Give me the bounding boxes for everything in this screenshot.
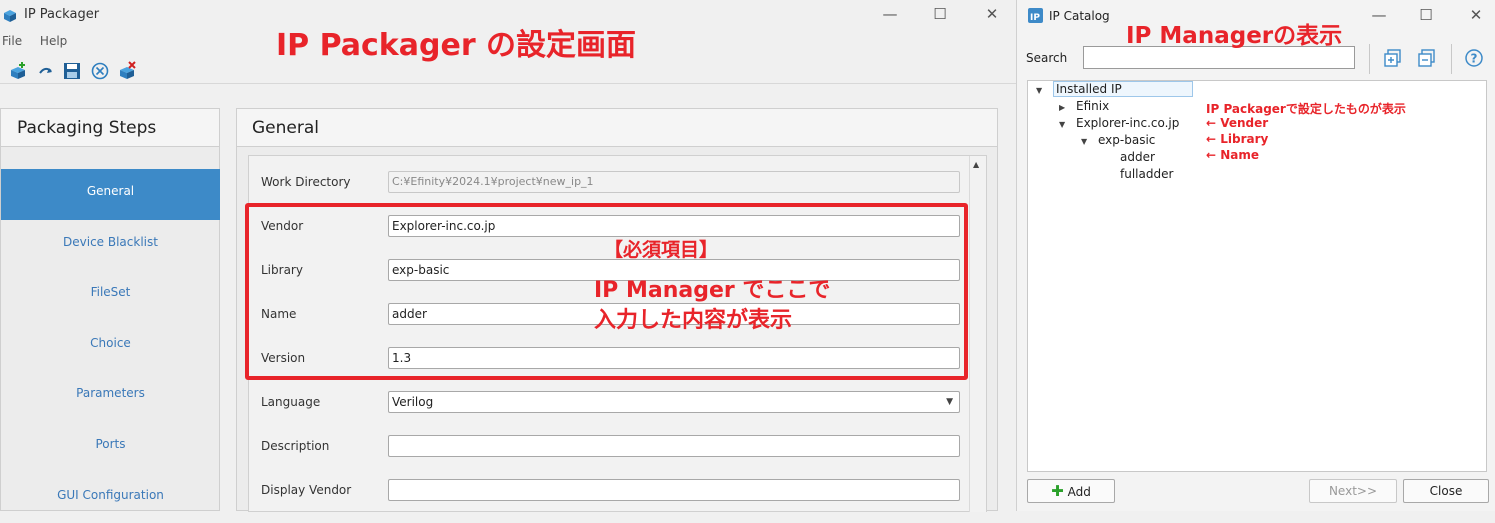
add-button[interactable]: ✚ Add xyxy=(1027,479,1115,503)
tree-efinix[interactable]: Efinix xyxy=(1076,99,1109,113)
search-label: Search xyxy=(1026,51,1068,65)
display-vendor-field[interactable] xyxy=(388,479,960,501)
tree-note-annotation: IP Packagerで設定したものが表示 xyxy=(1206,102,1406,116)
step-device-blacklist[interactable]: Device Blacklist xyxy=(1,220,220,271)
tree-installed-ip[interactable]: Installed IP xyxy=(1053,81,1193,97)
ip-catalog-app-icon: IP xyxy=(1028,8,1043,23)
save-icon[interactable] xyxy=(62,61,82,81)
step-parameters[interactable]: Parameters xyxy=(1,371,220,422)
caret-down-icon[interactable]: ▼ xyxy=(1036,86,1042,95)
general-header: General xyxy=(237,109,997,147)
packager-heading-annotation: IP Packager の設定画面 xyxy=(276,28,637,63)
language-label: Language xyxy=(261,395,321,409)
close-window-button[interactable]: ✕ xyxy=(982,4,1002,24)
arrow-library-annotation: ← Library xyxy=(1206,132,1269,146)
language-value: Verilog xyxy=(392,395,434,409)
language-select[interactable]: Verilog ▼ xyxy=(388,391,960,413)
work-directory-field: C:¥Efinity¥2024.1¥project¥new_ip_1 xyxy=(388,171,960,193)
step-ports[interactable]: Ports xyxy=(1,422,220,473)
menu-file[interactable]: File xyxy=(2,34,22,48)
close-button[interactable]: Close xyxy=(1403,479,1489,503)
menubar: File Help xyxy=(0,34,81,52)
packaging-steps-panel: Packaging Steps General Device Blacklist… xyxy=(0,108,220,511)
ip-packager-app-icon xyxy=(4,10,16,22)
step-gui-configuration[interactable]: GUI Configuration xyxy=(1,473,220,523)
tree-installed-ip-label: Installed IP xyxy=(1053,81,1193,97)
steps-list: General Device Blacklist FileSet Choice … xyxy=(1,169,220,523)
menu-help[interactable]: Help xyxy=(40,34,67,48)
required-line1-annotation: IP Manager でここで xyxy=(594,278,831,303)
scroll-up-icon[interactable]: ▲ xyxy=(973,160,979,169)
remove-ip-icon[interactable] xyxy=(117,61,137,81)
step-choice[interactable]: Choice xyxy=(1,321,220,372)
tree-item-fulladder[interactable]: fulladder xyxy=(1120,167,1173,181)
catalog-title: IP Catalog xyxy=(1049,9,1110,23)
svg-text:?: ? xyxy=(1471,52,1478,66)
add-button-label: Add xyxy=(1067,485,1091,499)
description-field[interactable] xyxy=(388,435,960,457)
svg-text:IP: IP xyxy=(1030,13,1040,23)
caret-down-icon[interactable]: ▼ xyxy=(1059,120,1065,129)
arrow-vendor-annotation: ← Vender xyxy=(1206,116,1269,130)
description-label: Description xyxy=(261,439,330,453)
toolbar-divider xyxy=(1369,44,1370,74)
catalog-maximize-button[interactable]: ☐ xyxy=(1416,5,1436,25)
expand-all-icon[interactable] xyxy=(1383,48,1403,68)
packager-title: IP Packager xyxy=(24,7,100,22)
step-general[interactable]: General xyxy=(1,169,220,220)
help-icon[interactable]: ? xyxy=(1464,48,1484,68)
toolbar-divider-2 xyxy=(1451,44,1452,74)
plus-icon: ✚ xyxy=(1051,482,1064,500)
next-button[interactable]: Next>> xyxy=(1309,479,1397,503)
tree-item-adder[interactable]: adder xyxy=(1120,150,1155,164)
caret-right-icon[interactable]: ▶ xyxy=(1059,103,1065,112)
redo-icon[interactable] xyxy=(36,61,56,81)
work-directory-label: Work Directory xyxy=(261,175,351,189)
caret-down-icon[interactable]: ▼ xyxy=(1081,137,1087,146)
catalog-close-window-button[interactable]: ✕ xyxy=(1466,5,1486,25)
new-ip-icon[interactable] xyxy=(8,61,28,81)
step-fileset[interactable]: FileSet xyxy=(1,270,220,321)
form-scrollbar[interactable]: ▲ xyxy=(969,156,986,512)
cancel-icon[interactable] xyxy=(90,61,110,81)
catalog-heading-annotation: IP Managerの表示 xyxy=(1126,23,1343,49)
display-vendor-label: Display Vendor xyxy=(261,483,352,497)
chevron-down-icon: ▼ xyxy=(946,397,953,407)
catalog-minimize-button[interactable]: — xyxy=(1369,5,1389,25)
required-line2-annotation: 入力した内容が表示 xyxy=(594,308,793,333)
maximize-button[interactable]: ☐ xyxy=(930,4,950,24)
required-title-annotation: 【必須項目】 xyxy=(604,239,719,261)
ip-catalog-window: IP IP Catalog — ☐ ✕ Search ? ▼ Installed… xyxy=(1016,0,1495,511)
tree-library[interactable]: exp-basic xyxy=(1098,133,1155,147)
tree-vendor[interactable]: Explorer-inc.co.jp xyxy=(1076,116,1179,130)
arrow-name-annotation: ← Name xyxy=(1206,148,1260,162)
packaging-steps-header: Packaging Steps xyxy=(1,109,219,147)
minimize-button[interactable]: — xyxy=(880,4,900,24)
collapse-all-icon[interactable] xyxy=(1417,48,1437,68)
